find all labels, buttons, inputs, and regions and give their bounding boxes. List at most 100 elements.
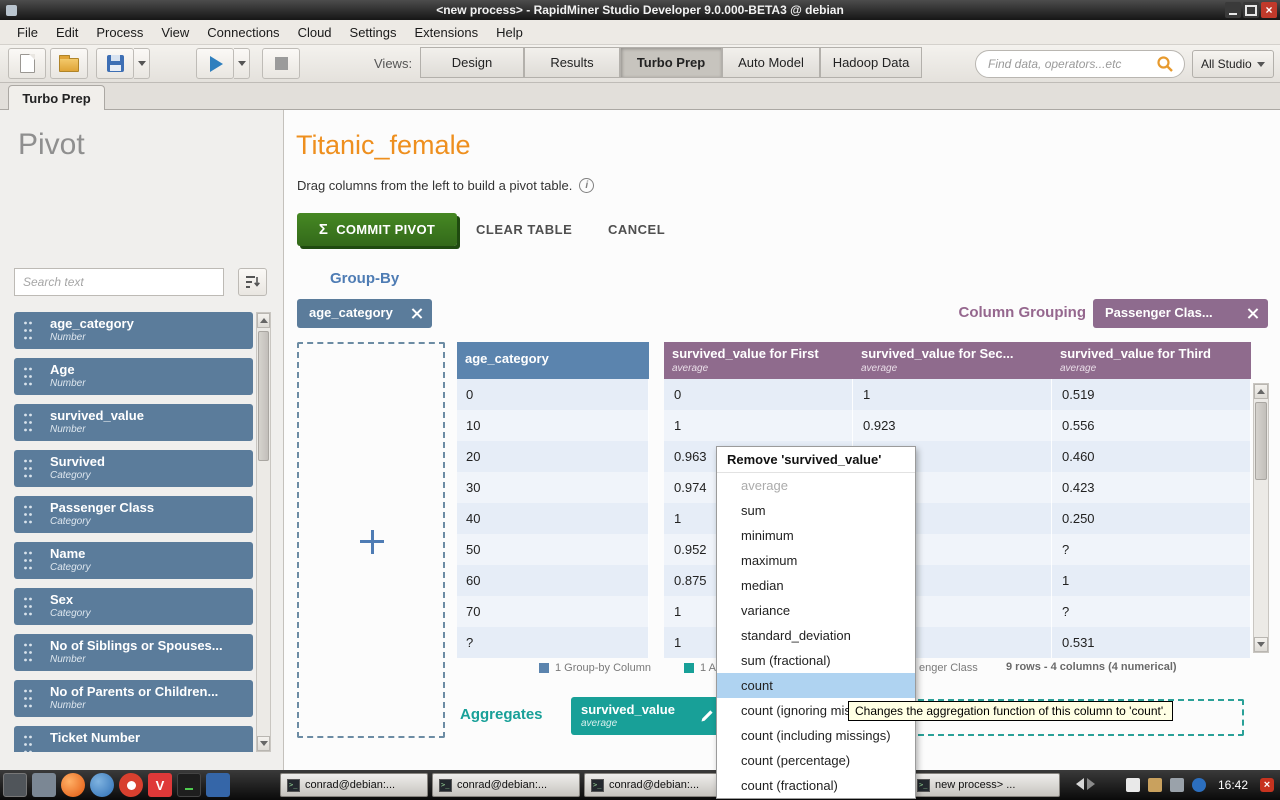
taskbar-window-terminal-2[interactable]: conrad@debian:... [432,773,580,797]
save-dropdown-button[interactable] [134,48,150,79]
window-list-pager[interactable] [1076,778,1095,790]
logout-icon[interactable] [1260,778,1274,792]
context-menu-item-count-percentage[interactable]: count (percentage) [717,748,915,773]
sidebar-column-age-category[interactable]: age_category Number [14,312,253,349]
context-menu-item-median[interactable]: median [717,573,915,598]
browser-icon[interactable] [119,773,143,797]
sidebar-scrollbar[interactable] [256,312,271,752]
window-button-label: conrad@debian:... [457,779,547,791]
context-menu-item-count-fractional[interactable]: count (fractional) [717,773,915,798]
column-header-function: average [861,363,897,374]
sidebar-column-name[interactable]: Name Category [14,542,253,579]
global-search-input[interactable] [975,50,1185,78]
view-button-results[interactable]: Results [524,47,620,78]
context-menu-item-variance[interactable]: variance [717,598,915,623]
context-menu-remove-item[interactable]: Remove 'survived_value' [717,447,915,473]
edit-pencil-icon[interactable] [700,709,714,723]
menu-connections[interactable]: Connections [198,20,288,45]
search-icon[interactable] [1156,55,1174,73]
context-menu-item-sum-fractional[interactable]: sum (fractional) [717,648,915,673]
app-menu-icon[interactable] [3,773,27,797]
vivaldi-icon[interactable]: V [148,773,172,797]
context-menu-item-count[interactable]: count [717,673,915,698]
new-process-button[interactable] [8,48,46,79]
tab-strip: Turbo Prep [0,83,1280,110]
scrollbar-thumb[interactable] [1255,402,1267,480]
view-button-turbo-prep[interactable]: Turbo Prep [620,47,722,78]
column-search-input[interactable] [14,268,224,296]
file-manager-icon[interactable] [32,773,56,797]
menu-file[interactable]: File [8,20,47,45]
menu-settings[interactable]: Settings [341,20,406,45]
view-button-hadoop-data[interactable]: Hadoop Data [820,47,922,78]
taskbar-window-terminal-1[interactable]: conrad@debian:... [280,773,428,797]
terminal-icon[interactable] [177,773,201,797]
notes-tray-icon[interactable] [1126,778,1140,792]
context-menu-item-standard-deviation[interactable]: standard_deviation [717,623,915,648]
sidebar-column-ticket-number[interactable]: Ticket Number [14,726,253,752]
close-icon[interactable] [1261,2,1277,18]
context-menu-item-sum[interactable]: sum [717,498,915,523]
sidebar-column-age[interactable]: Age Number [14,358,253,395]
context-menu-item-minimum[interactable]: minimum [717,523,915,548]
open-process-button[interactable] [50,48,88,79]
column-name: Age [50,362,75,377]
sidebar-column-passenger-class[interactable]: Passenger Class Category [14,496,253,533]
menu-extensions[interactable]: Extensions [406,20,488,45]
info-icon[interactable] [579,178,594,193]
context-menu-item-maximum[interactable]: maximum [717,548,915,573]
search-scope-dropdown[interactable]: All Studio [1192,50,1274,78]
pivot-row-header[interactable]: age_category [457,342,649,379]
sort-columns-button[interactable] [238,268,267,296]
scrollbar-thumb[interactable] [258,331,269,461]
tab-turbo-prep[interactable]: Turbo Prep [8,85,105,110]
menu-view[interactable]: View [152,20,198,45]
sidebar-column-siblings-spouses[interactable]: No of Siblings or Spouses... Number [14,634,253,671]
taskbar-window-terminal-3[interactable]: conrad@debian:... [584,773,732,797]
firefox-icon[interactable] [61,773,85,797]
display-settings-icon[interactable] [206,773,230,797]
run-dropdown-button[interactable] [234,48,250,79]
web-browser-icon[interactable] [90,773,114,797]
aggregate-chip[interactable]: survived_value average [571,697,723,735]
sidebar-column-sex[interactable]: Sex Category [14,588,253,625]
menu-cloud[interactable]: Cloud [289,20,341,45]
stop-button[interactable] [262,48,300,79]
column-type: Number [50,424,86,435]
clipboard-icon[interactable] [1148,778,1162,792]
menu-edit[interactable]: Edit [47,20,87,45]
sidebar-column-survived[interactable]: Survived Category [14,450,253,487]
printer-icon[interactable] [1170,778,1184,792]
view-button-design[interactable]: Design [420,47,524,78]
bluetooth-icon[interactable] [1192,778,1206,792]
view-button-auto-model[interactable]: Auto Model [722,47,820,78]
sidebar-column-parents-children[interactable]: No of Parents or Children... Number [14,680,253,717]
taskbar-window-rapidminer[interactable]: new process> ... [910,773,1060,797]
minimize-icon[interactable] [1225,2,1241,18]
commit-pivot-button[interactable]: COMMIT PIVOT [297,213,457,246]
clear-table-button[interactable]: CLEAR TABLE [476,213,572,246]
menu-help[interactable]: Help [487,20,532,45]
column-type: Number [50,378,86,389]
context-menu-item-count-including-missings[interactable]: count (including missings) [717,723,915,748]
scroll-up-button[interactable] [257,313,270,328]
pivot-column-header-second[interactable]: survived_value for Sec... average [853,342,1052,379]
sidebar-column-survived-value[interactable]: survived_value Number [14,404,253,441]
group-by-chip[interactable]: age_category [297,299,432,328]
pivot-column-header-third[interactable]: survived_value for Third average [1052,342,1251,379]
arrow-down-icon [1257,642,1265,647]
remove-icon[interactable] [1245,306,1260,321]
scroll-down-button[interactable] [257,736,270,751]
remove-icon[interactable] [409,306,424,321]
pivot-column-header-first[interactable]: survived_value for First average [664,342,853,379]
table-scrollbar[interactable] [1253,383,1269,653]
maximize-icon[interactable] [1243,2,1259,18]
cancel-button[interactable]: CANCEL [608,213,665,246]
scroll-up-button[interactable] [1254,384,1268,399]
legend-text: enger Class [919,662,978,674]
scroll-down-button[interactable] [1254,637,1268,652]
column-grouping-chip[interactable]: Passenger Clas... [1093,299,1268,328]
menu-process[interactable]: Process [87,20,152,45]
run-button[interactable] [196,48,234,79]
save-process-button[interactable] [96,48,134,79]
